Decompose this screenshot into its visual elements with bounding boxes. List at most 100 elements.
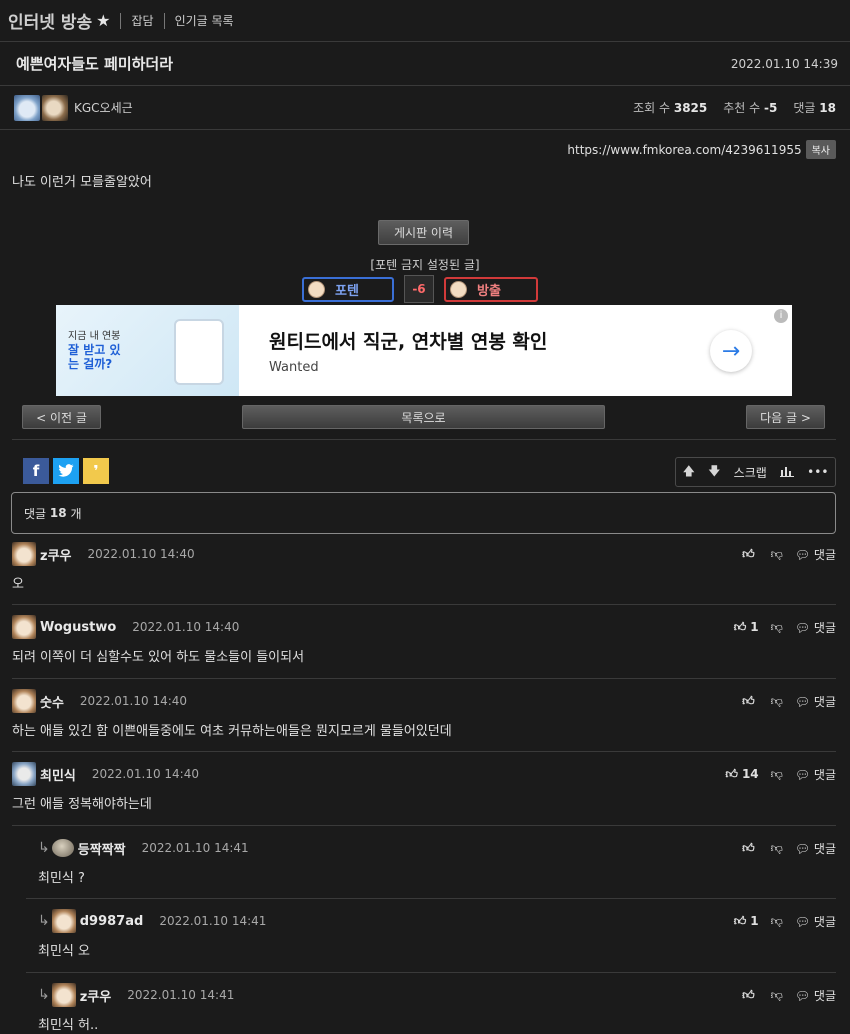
- reply-button[interactable]: 💬︎ 댓글: [795, 913, 836, 930]
- face-icon: [308, 280, 325, 298]
- chart-icon[interactable]: [779, 465, 794, 480]
- potent-notice: [포텐 금지 설정된 글]: [370, 258, 480, 272]
- comment-date: 2022.01.10 14:40: [87, 547, 195, 561]
- avatar[interactable]: [42, 94, 68, 121]
- comment-date: 2022.01.10 14:40: [91, 767, 199, 781]
- comment-author[interactable]: d9987ad: [80, 914, 144, 929]
- post-title: 예쁜여자들도 페미하더라: [16, 55, 174, 73]
- reply-button[interactable]: 💬︎ 댓글: [795, 766, 836, 783]
- post-url[interactable]: https://www.fmkorea.com/4239611955: [567, 143, 801, 157]
- comment: 숫수 2022.01.10 14:40 👍︎ 👎︎ 💬︎ 댓글 하는 애들 있긴…: [12, 688, 836, 752]
- upvote-button[interactable]: 포텐: [302, 276, 394, 302]
- thumbs-down-icon[interactable]: 👎︎: [771, 767, 783, 782]
- divider: [163, 12, 165, 29]
- thumbs-down-icon[interactable]: 👎︎: [771, 547, 783, 562]
- recommend-value: -5: [764, 101, 778, 115]
- avatar[interactable]: [51, 839, 74, 857]
- comment-date: 2022.01.10 14:41: [159, 914, 267, 928]
- avatar[interactable]: [12, 762, 36, 786]
- comment-text: 최민식 오: [38, 944, 90, 959]
- like-button[interactable]: 👍︎: [742, 841, 759, 856]
- like-button[interactable]: 👍︎: [742, 988, 759, 1003]
- comment-text: 그런 애들 정복해야하는데: [12, 797, 152, 812]
- info-icon[interactable]: i: [774, 309, 788, 323]
- divider: [120, 12, 122, 29]
- avatar[interactable]: [51, 983, 76, 1007]
- like-button[interactable]: 👍︎ 14: [725, 767, 758, 782]
- speech-bubble-icon: 💬︎: [794, 841, 811, 856]
- author-name[interactable]: KGC오세근: [74, 99, 133, 116]
- comment-date: 2022.01.10 14:41: [141, 841, 249, 855]
- board-title[interactable]: 인터넷 방송: [8, 8, 92, 33]
- comment-author[interactable]: Wogustwo: [40, 620, 116, 635]
- reply-label: 댓글: [813, 767, 836, 782]
- comment-author[interactable]: z쿠우: [80, 986, 112, 1005]
- comment-text: 최민식 ?: [38, 871, 85, 886]
- thumbs-up-icon: 👍︎: [725, 766, 738, 781]
- avatar[interactable]: [12, 689, 36, 713]
- twitter-icon[interactable]: [53, 458, 79, 484]
- thumbs-down-icon[interactable]: 👎︎: [771, 620, 783, 635]
- comment-count-value: 18: [49, 506, 67, 520]
- post-stats: 조회 수 3825 추천 수 -5 댓글 18: [633, 99, 836, 116]
- star-icon[interactable]: ★: [96, 11, 110, 30]
- views-label: 조회 수: [633, 101, 671, 115]
- comments-value: 18: [819, 101, 836, 115]
- reply-arrow-icon: ↳: [38, 913, 50, 929]
- comment-text: 오: [12, 577, 24, 592]
- like-button[interactable]: 👍︎ 1: [734, 914, 759, 929]
- speech-bubble-icon: 💬︎: [794, 620, 811, 635]
- scrap-button[interactable]: 스크랩: [734, 464, 767, 481]
- recommend-label: 추천 수: [723, 101, 761, 115]
- next-post-button[interactable]: 다음 글 >: [746, 405, 825, 429]
- like-button[interactable]: 👍︎: [742, 694, 759, 709]
- facebook-icon[interactable]: f: [23, 458, 49, 484]
- link-popular[interactable]: 인기글 목록: [175, 12, 234, 29]
- board-history-button[interactable]: 게시판 이력: [378, 220, 469, 245]
- comment-author[interactable]: z쿠우: [40, 545, 72, 564]
- comment: z쿠우 2022.01.10 14:40 👍︎ 👎︎ 💬︎ 댓글 오: [12, 541, 836, 605]
- comment-text: 되려 이쪽이 더 심할수도 있어 하도 물소들이 들이되서: [12, 650, 305, 665]
- like-button[interactable]: 👍︎ 1: [734, 620, 759, 635]
- reply-comment: ↳ d9987ad 2022.01.10 14:41 👍︎ 1 👎︎ 💬︎ 댓글 …: [26, 908, 836, 973]
- comment-text: 최민식 허..: [38, 1018, 99, 1033]
- arrow-right-icon[interactable]: →: [710, 330, 752, 372]
- reply-button[interactable]: 💬︎ 댓글: [795, 619, 836, 636]
- reply-label: 댓글: [813, 694, 836, 709]
- avatar[interactable]: [12, 615, 36, 639]
- vote-row: 포텐 -6 방출: [302, 275, 538, 303]
- post-header: 예쁜여자들도 페미하더라 2022.01.10 14:39: [0, 42, 850, 86]
- kakao-icon[interactable]: ❜: [83, 458, 109, 484]
- reply-label: 댓글: [813, 841, 836, 856]
- prev-post-button[interactable]: < 이전 글: [22, 405, 101, 429]
- comment-author[interactable]: 등짝짝짝: [78, 839, 126, 858]
- upvote-label: 포텐: [335, 283, 359, 299]
- downvote-button[interactable]: 방출: [444, 276, 538, 302]
- like-button[interactable]: 👍︎: [742, 547, 759, 562]
- reply-button[interactable]: 💬︎ 댓글: [795, 840, 836, 857]
- reply-button[interactable]: 💬︎ 댓글: [795, 546, 836, 563]
- arrow-down-icon[interactable]: 🡇: [708, 462, 720, 483]
- share-buttons: f ❜: [23, 458, 109, 484]
- ad-headline: 원티드에서 직군, 연차별 연봉 확인: [269, 330, 548, 353]
- thumbs-down-icon[interactable]: 👎︎: [771, 988, 783, 1003]
- reply-label: 댓글: [813, 988, 836, 1003]
- copy-button[interactable]: 복사: [805, 140, 836, 159]
- link-chat[interactable]: 잡담: [131, 12, 153, 29]
- list-button[interactable]: 목록으로: [242, 405, 605, 429]
- arrow-up-icon[interactable]: 🡅: [683, 462, 695, 483]
- comment-author[interactable]: 숫수: [40, 692, 64, 711]
- avatar[interactable]: [51, 909, 76, 933]
- comment: Wogustwo 2022.01.10 14:40 👍︎ 1 👎︎ 💬︎ 댓글 되…: [12, 614, 836, 679]
- thumbs-down-icon[interactable]: 👎︎: [771, 841, 783, 856]
- reply-button[interactable]: 💬︎ 댓글: [795, 693, 836, 710]
- comment-author[interactable]: 최민식: [40, 765, 76, 784]
- thumbs-down-icon[interactable]: 👎︎: [771, 914, 783, 929]
- reply-arrow-icon: ↳: [38, 987, 50, 1003]
- reply-button[interactable]: 💬︎ 댓글: [795, 987, 836, 1004]
- post-toolbar: 🡅 🡇 스크랩 •••: [675, 457, 836, 487]
- ad-banner[interactable]: 지금 내 연봉 잘 받고 있는 걸까? 원티드에서 직군, 연차별 연봉 확인 …: [56, 305, 792, 396]
- avatar[interactable]: [12, 542, 36, 566]
- thumbs-down-icon[interactable]: 👎︎: [771, 694, 783, 709]
- more-icon[interactable]: •••: [807, 465, 828, 479]
